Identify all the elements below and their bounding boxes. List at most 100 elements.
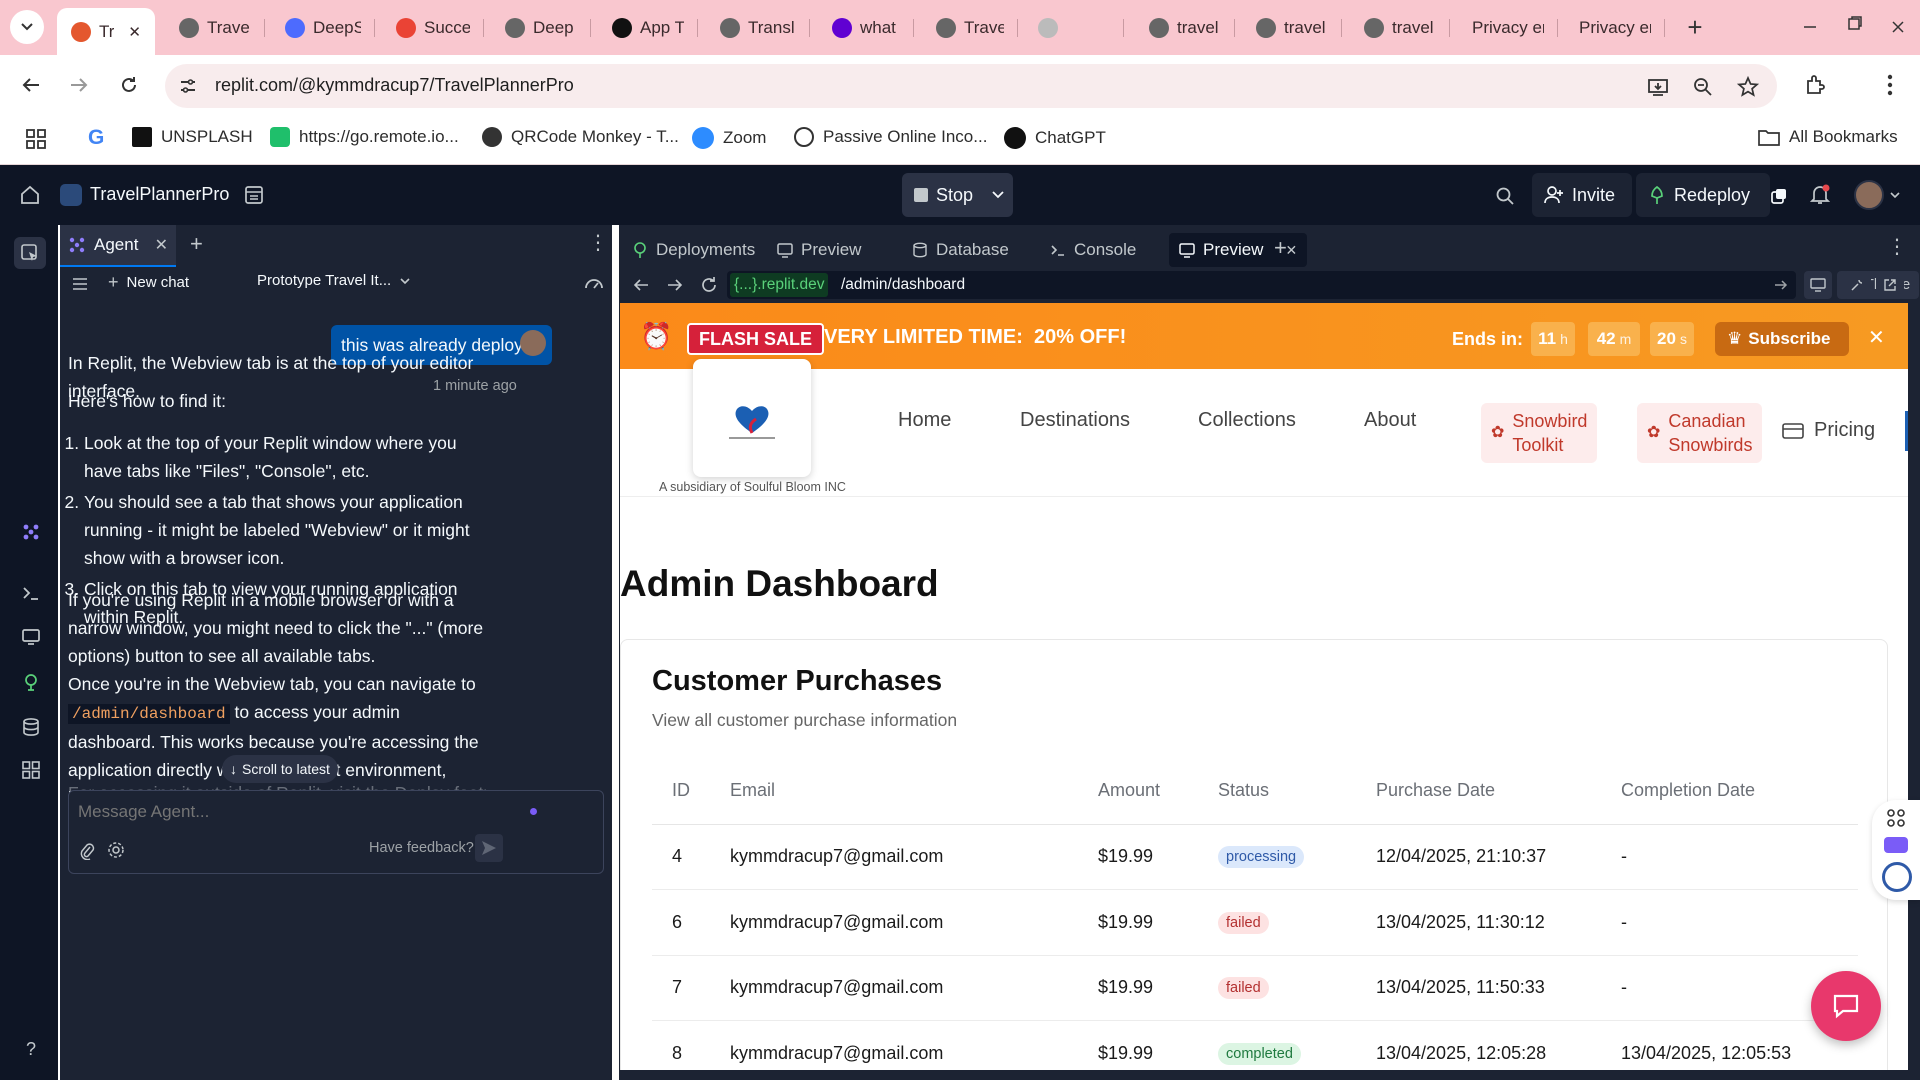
usage-gauge-icon[interactable] (584, 275, 604, 291)
team-widget-icon[interactable] (1884, 837, 1908, 853)
database-icon[interactable] (19, 715, 43, 739)
bookmark-qrcode-monkey[interactable]: QRCode Monkey - T... (482, 127, 679, 147)
menu-dots-icon[interactable] (1875, 70, 1905, 100)
browser-tab[interactable]: Succe (382, 10, 484, 46)
chat-history-icon[interactable] (72, 277, 88, 291)
help-icon[interactable]: ? (19, 1037, 43, 1061)
user-avatar[interactable] (1854, 180, 1884, 210)
settings-icon[interactable] (107, 841, 125, 859)
assistant-widget-icon[interactable] (1882, 862, 1912, 892)
panels-icon[interactable] (1766, 183, 1792, 209)
browser-tab[interactable]: DeepS (271, 10, 375, 46)
file-panel-icon[interactable] (242, 183, 266, 207)
arrow-right-icon[interactable] (1774, 278, 1788, 292)
home-icon[interactable] (18, 183, 42, 207)
agent-icon[interactable] (19, 520, 43, 544)
zoom-icon[interactable] (1690, 74, 1716, 100)
browser-tab[interactable]: App T (598, 10, 698, 46)
open-new-window-icon[interactable] (1876, 271, 1904, 299)
tab-search-button[interactable] (10, 10, 44, 44)
site-logo[interactable] (693, 359, 811, 477)
all-bookmarks[interactable]: All Bookmarks (1758, 127, 1898, 147)
bookmark-passive-income[interactable]: Passive Online Inco... (794, 127, 987, 147)
device-toggle-icon[interactable] (1804, 271, 1832, 299)
tab-database[interactable]: Database (902, 233, 1019, 267)
all-tools-icon[interactable] (19, 758, 43, 782)
browser-tab[interactable]: what c (818, 10, 914, 46)
grid-widget-icon[interactable] (1886, 808, 1906, 828)
install-app-icon[interactable] (1645, 74, 1671, 100)
attach-icon[interactable] (79, 842, 95, 860)
feedback-link[interactable]: Have feedback? (369, 840, 474, 856)
bookmark-star-icon[interactable] (1735, 74, 1761, 100)
bookmark-chatgpt[interactable]: ChatGPT (1004, 127, 1106, 149)
browser-tab[interactable]: travel (1350, 10, 1450, 46)
preview-forward-button[interactable] (663, 273, 687, 297)
message-input[interactable] (78, 799, 558, 825)
send-button[interactable] (475, 834, 503, 862)
apps-grid-icon[interactable] (24, 127, 48, 151)
search-icon[interactable] (1492, 183, 1518, 209)
new-chat-button[interactable]: + New chat (108, 272, 189, 293)
site-info-icon[interactable] (177, 75, 199, 97)
browser-tab[interactable]: Trave (922, 10, 1018, 46)
add-tab-button[interactable]: + (190, 231, 203, 257)
browser-tab[interactable]: Privacy er (1458, 10, 1558, 46)
tab-console[interactable]: Console (1040, 233, 1146, 267)
browser-tab[interactable]: Tr ✕ (57, 8, 155, 55)
preview-reload-button[interactable] (697, 273, 721, 297)
invite-button[interactable]: Invite (1532, 173, 1632, 217)
close-icon[interactable]: ✕ (128, 23, 141, 41)
browser-tab[interactable]: Privacy er (1565, 10, 1665, 46)
google-icon[interactable]: G (88, 126, 104, 150)
pane-menu-icon[interactable]: ⋮ (1887, 234, 1907, 259)
browser-tab[interactable]: Deep (491, 10, 591, 46)
browser-tab[interactable] (1024, 10, 1124, 46)
forward-button[interactable] (62, 68, 96, 102)
extensions-icon[interactable] (1801, 70, 1831, 100)
browser-tab[interactable]: Transl (706, 10, 810, 46)
close-banner-icon[interactable]: ✕ (1868, 325, 1885, 350)
restore-button[interactable] (1840, 8, 1870, 38)
reload-button[interactable] (112, 68, 146, 102)
nav-pricing[interactable]: Pricing (1782, 367, 1875, 494)
scroll-to-latest-button[interactable]: ↓ Scroll to latest (222, 755, 338, 783)
shell-icon[interactable] (19, 581, 43, 605)
nav-about[interactable]: About (1364, 357, 1416, 484)
nav-destinations[interactable]: Destinations (1020, 357, 1130, 484)
new-tab-button[interactable]: + (1680, 12, 1710, 42)
close-window-button[interactable] (1883, 12, 1913, 42)
nav-home[interactable]: Home (898, 357, 951, 484)
chat-support-button[interactable] (1811, 971, 1881, 1041)
address-bar[interactable]: replit.com/@kymmdracup7/TravelPlannerPro (165, 64, 1777, 108)
browser-tab[interactable]: Travel (165, 10, 265, 46)
deployments-icon[interactable] (19, 670, 43, 694)
agent-tab[interactable]: Agent ✕ (60, 225, 176, 267)
nav-collections[interactable]: Collections (1198, 357, 1296, 484)
chat-title-dropdown[interactable]: Prototype Travel It... (257, 272, 411, 289)
redeploy-button[interactable]: Redeploy (1636, 173, 1770, 217)
browser-tab[interactable]: travel (1242, 10, 1342, 46)
close-tab-icon[interactable]: ✕ (155, 235, 168, 255)
add-tab-button[interactable]: + (1274, 235, 1287, 261)
back-button[interactable] (14, 68, 48, 102)
chevron-down-icon[interactable] (1889, 189, 1901, 201)
notifications-bell-icon[interactable] (1807, 182, 1833, 208)
devtools-wrench-icon[interactable] (1843, 271, 1871, 299)
preview-icon[interactable] (19, 625, 43, 649)
tab-deployments[interactable]: Deployments (622, 233, 765, 267)
stop-button[interactable]: Stop (902, 173, 995, 217)
tool-selector-icon[interactable] (14, 237, 46, 269)
nav-snowbird-toolkit[interactable]: ✿ Snowbird Toolkit (1481, 403, 1598, 463)
tab-preview[interactable]: Preview (767, 233, 871, 267)
browser-tab[interactable]: travel (1135, 10, 1235, 46)
subscribe-button[interactable]: ♛ Subscribe (1715, 322, 1849, 356)
run-options-button[interactable] (985, 173, 1013, 217)
bookmark-unsplash[interactable]: UNSPLASH (132, 127, 253, 147)
bookmark-zoom[interactable]: Zoom (692, 127, 766, 149)
project-name[interactable]: TravelPlannerPro (90, 184, 229, 205)
bookmark-remote-io[interactable]: https://go.remote.io... (270, 127, 459, 147)
preview-back-button[interactable] (629, 273, 653, 297)
close-tab-icon[interactable]: ✕ (1285, 242, 1297, 259)
minimize-button[interactable] (1795, 12, 1825, 42)
